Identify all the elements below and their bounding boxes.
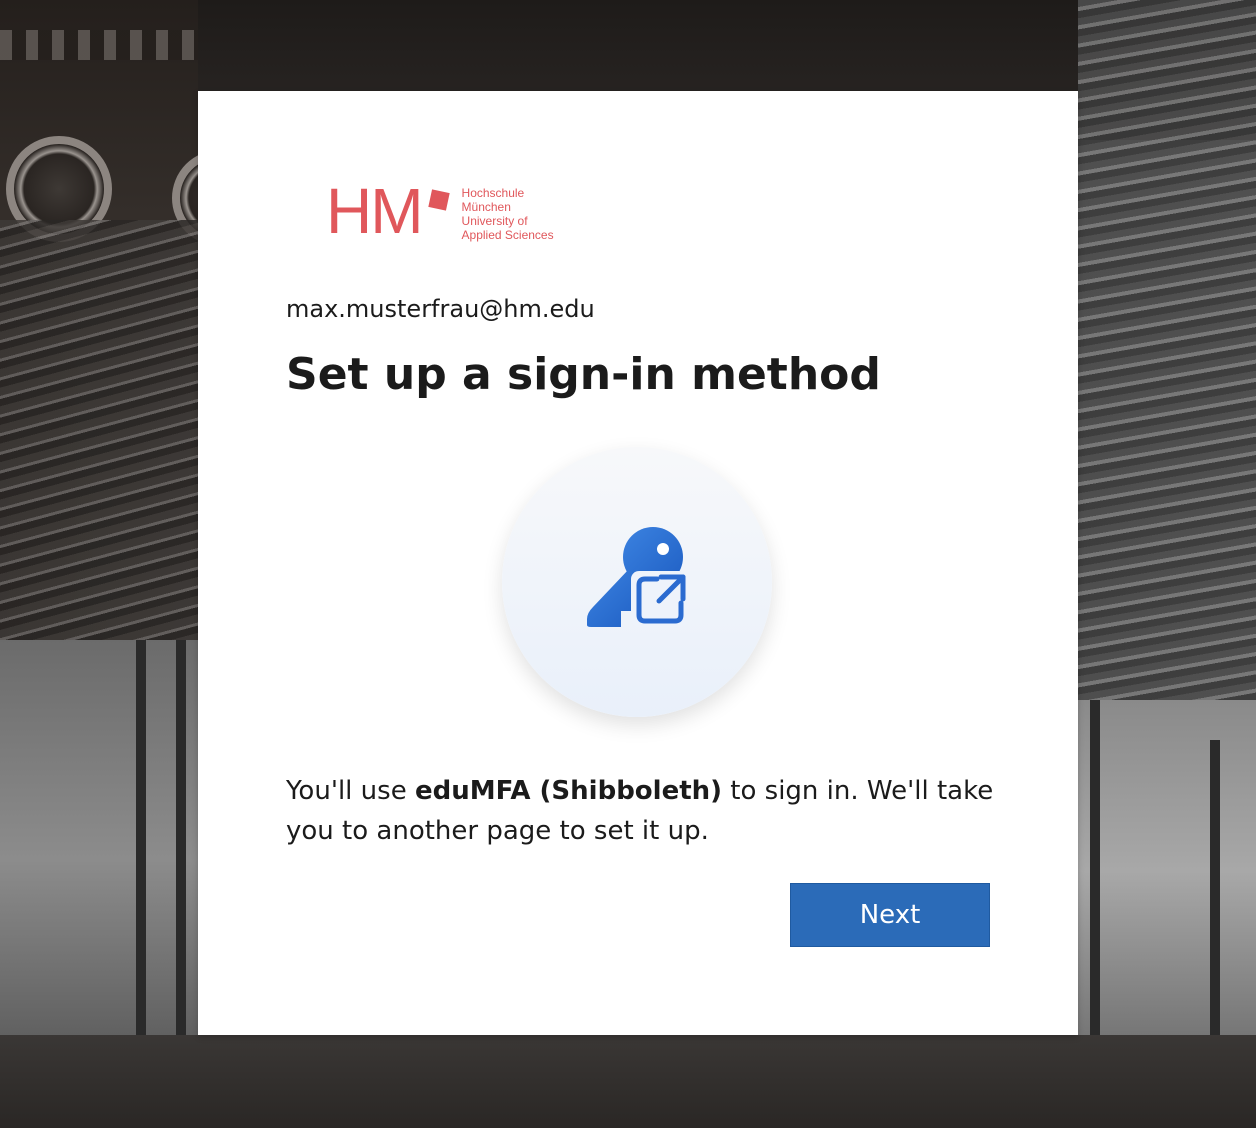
method-illustration bbox=[502, 447, 772, 717]
background-pillar bbox=[176, 640, 186, 1060]
organization-logo: HM Hochschule München University of Appl… bbox=[326, 175, 554, 247]
logo-text: Hochschule München University of Applied… bbox=[462, 186, 554, 242]
method-name: eduMFA (Shibboleth) bbox=[414, 776, 723, 806]
description-text: You'll use bbox=[286, 776, 415, 806]
next-button[interactable]: Next bbox=[790, 883, 990, 947]
account-email: max.musterfrau@hm.edu bbox=[286, 295, 595, 323]
method-description: You'll use eduMFA (Shibboleth) to sign i… bbox=[286, 771, 1006, 851]
background-facade-pattern bbox=[0, 30, 198, 60]
background-ceiling-right bbox=[1078, 0, 1256, 700]
sign-in-card: HM Hochschule München University of Appl… bbox=[198, 91, 1078, 1035]
logo-line: München bbox=[461, 200, 511, 214]
key-external-link-icon bbox=[587, 527, 687, 627]
page-title: Set up a sign-in method bbox=[286, 349, 881, 400]
logo-line: Applied Sciences bbox=[461, 228, 554, 242]
logo-line: University of bbox=[461, 214, 528, 228]
background-pillar bbox=[136, 640, 146, 1060]
background-floor bbox=[0, 1035, 1256, 1128]
logo-square-icon bbox=[427, 189, 450, 211]
logo-line: Hochschule bbox=[461, 186, 525, 200]
logo-mark: HM bbox=[326, 175, 424, 247]
background-ceiling-left bbox=[0, 220, 198, 640]
